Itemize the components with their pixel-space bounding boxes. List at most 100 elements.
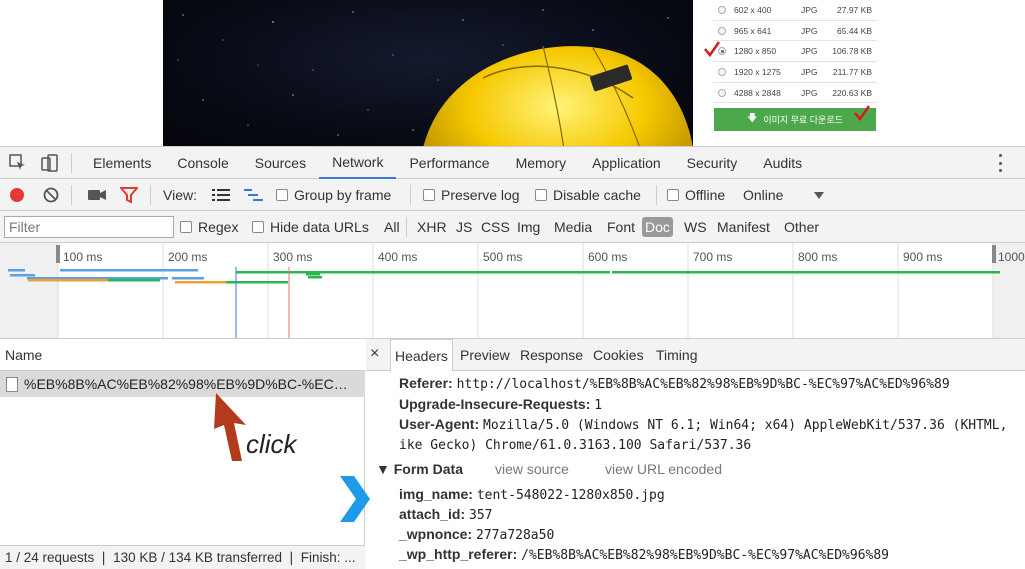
size-option-row[interactable]: 4288 x 2848 JPG 220.63 KB (713, 83, 877, 104)
checkbox-box[interactable] (276, 189, 288, 201)
group-by-frame-checkbox[interactable]: Group by frame (276, 179, 391, 211)
tab-performance[interactable]: Performance (396, 147, 502, 179)
detail-tab-cookies[interactable]: Cookies (593, 339, 644, 371)
download-button-label: 이미지 무료 다운로드 (763, 115, 843, 125)
disable-cache-checkbox[interactable]: Disable cache (535, 179, 641, 211)
chevron-right-icon (340, 476, 370, 522)
timeline-request-bar (8, 269, 25, 272)
timeline-request-bar (236, 271, 610, 274)
size-dimensions: 1280 x 850 (734, 46, 777, 57)
filter-type-font[interactable]: Font (604, 217, 638, 237)
tab-memory[interactable]: Memory (503, 147, 580, 179)
timeline-request-bar (60, 269, 198, 272)
disable-cache-label: Disable cache (553, 187, 641, 203)
size-option-row[interactable]: 1280 x 850 JPG 106.78 KB (713, 41, 877, 63)
timeline-request-bar (612, 271, 1000, 274)
request-name: %EB%8B%AC%EB%82%98%EB%9D%BC-%EC%97... (24, 376, 354, 392)
detail-tab-timing[interactable]: Timing (656, 339, 698, 371)
more-menu-icon[interactable] (991, 154, 1009, 172)
close-icon[interactable]: × (370, 345, 379, 363)
timeline-tick-label: 1000 (998, 250, 1025, 264)
filter-type-all[interactable]: All (381, 217, 403, 237)
size-format: JPG (801, 87, 818, 98)
hide-data-urls-checkbox[interactable]: Hide data URLs (252, 211, 369, 243)
regex-checkbox[interactable]: Regex (180, 211, 238, 243)
timeline-chart: 100 ms 200 ms 300 ms 400 ms 500 ms 600 ms 700 … (0, 243, 1025, 338)
header-line-referer: Referer: http://localhost/%EB%8B%AC%EB%8… (399, 375, 950, 392)
filter-type-img[interactable]: Img (514, 217, 543, 237)
size-dimensions: 602 x 400 (734, 4, 772, 15)
size-radio[interactable] (718, 6, 726, 14)
free-download-button[interactable]: 🡇 이미지 무료 다운로드 (714, 108, 876, 131)
filter-type-doc[interactable]: Doc (642, 217, 673, 237)
timeline-tick-label: 400 ms (378, 250, 417, 264)
request-detail-pane: × Headers Preview Response Cookies Timing Re… (366, 339, 1025, 569)
size-option-row[interactable]: 602 x 400 JPG 27.97 KB (713, 0, 877, 21)
detail-tab-response[interactable]: Response (520, 339, 583, 371)
timeline-request-bar (28, 279, 110, 282)
view-source-link[interactable]: view source (495, 461, 569, 477)
timeline-request-bar (108, 279, 160, 282)
detail-tab-headers[interactable]: Headers (390, 339, 453, 372)
image-size-table: 602 x 400 JPG 27.97 KB 965 x 641 JPG 65.44 KB… (713, 0, 877, 104)
filter-icon[interactable] (120, 187, 138, 203)
size-dimensions: 965 x 641 (734, 25, 772, 36)
hide-data-urls-label: Hide data URLs (270, 219, 369, 235)
waterfall-icon[interactable] (244, 188, 264, 202)
size-dimensions: 1920 x 1275 (734, 66, 781, 77)
inspect-element-icon[interactable] (8, 153, 28, 173)
size-radio[interactable] (718, 68, 726, 77)
filter-input[interactable] (4, 216, 174, 238)
filter-type-xhr[interactable]: XHR (414, 217, 450, 237)
video-camera-icon[interactable] (87, 188, 107, 202)
detail-tab-preview[interactable]: Preview (460, 339, 510, 371)
network-toolbar: View: Group by frame Preserve log Disabl… (0, 179, 1025, 211)
form-data-section-toggle[interactable]: ▼ Form Data (376, 461, 463, 477)
size-radio[interactable] (718, 26, 726, 35)
filter-type-media[interactable]: Media (551, 217, 595, 237)
checkbox-box[interactable] (180, 221, 192, 233)
throttling-select[interactable]: Online (743, 179, 783, 211)
timeline-request-bar (308, 276, 322, 279)
size-filesize: 65.44 KB (837, 25, 872, 36)
group-by-frame-label: Group by frame (294, 187, 392, 203)
filter-type-css[interactable]: CSS (478, 217, 513, 237)
tab-audits[interactable]: Audits (750, 147, 815, 179)
size-radio[interactable] (718, 88, 726, 97)
large-rows-icon[interactable] (212, 188, 230, 202)
filter-bar: Regex Hide data URLs All XHRJSCSSImg Media… (0, 211, 1025, 243)
timeline-left-handle (56, 245, 60, 263)
tab-application[interactable]: Application (579, 147, 674, 179)
size-option-row[interactable]: 1920 x 1275 JPG 211.77 KB (713, 62, 877, 83)
tab-security[interactable]: Security (674, 147, 751, 179)
checkbox-box[interactable] (252, 221, 264, 233)
filter-type-js[interactable]: JS (453, 217, 475, 237)
tab-elements[interactable]: Elements (80, 147, 164, 179)
filter-type-other[interactable]: Other (781, 217, 822, 237)
view-url-encoded-link[interactable]: view URL encoded (605, 461, 722, 477)
checkbox-box[interactable] (423, 189, 435, 201)
size-option-row[interactable]: 965 x 641 JPG 65.44 KB (713, 21, 877, 42)
tab-sources[interactable]: Sources (242, 147, 319, 179)
chevron-down-icon[interactable] (814, 192, 824, 199)
device-toolbar-icon[interactable] (40, 153, 60, 173)
record-icon[interactable] (9, 187, 25, 203)
request-list: Name %EB%8B%AC%EB%82%98%EB%9D%BC-%EC%97.… (0, 339, 365, 569)
preserve-log-checkbox[interactable]: Preserve log (423, 179, 520, 211)
checkbox-box[interactable] (535, 189, 547, 201)
timeline-right-handle (992, 245, 996, 263)
timeline-tick-label: 700 ms (693, 250, 732, 264)
filter-type-manifest[interactable]: Manifest (714, 217, 773, 237)
timeline-left-overlay (0, 243, 58, 338)
clear-icon[interactable] (43, 187, 59, 203)
name-column-header[interactable]: Name (0, 339, 365, 371)
offline-checkbox[interactable]: Offline (667, 179, 725, 211)
tab-network[interactable]: Network (319, 147, 397, 179)
filter-type-ws[interactable]: WS (681, 217, 710, 237)
request-row[interactable]: %EB%8B%AC%EB%82%98%EB%9D%BC-%EC%97... (0, 371, 365, 397)
timeline-tick-label: 200 ms (168, 250, 207, 264)
devtools-panel: Elements Console Sources Network Performance… (0, 146, 1025, 569)
checkbox-box[interactable] (667, 189, 679, 201)
tab-console[interactable]: Console (164, 147, 241, 179)
size-format: JPG (801, 66, 818, 77)
